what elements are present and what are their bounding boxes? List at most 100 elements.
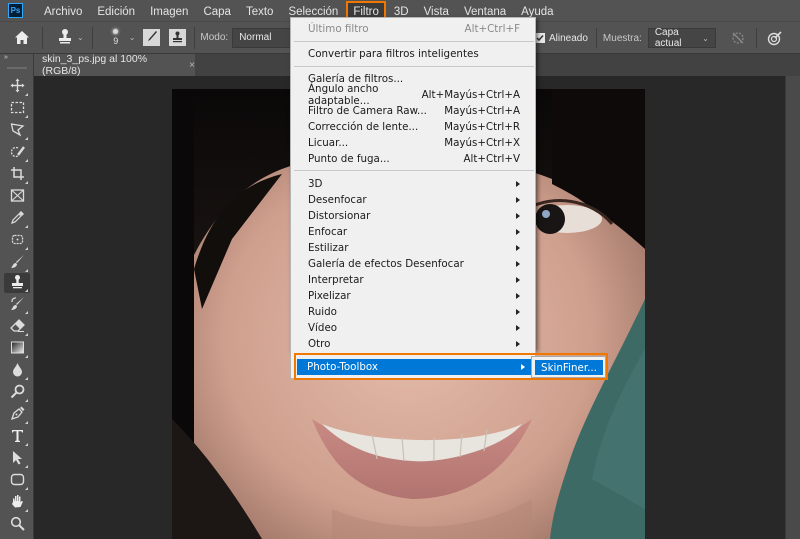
aligned-checkbox[interactable]	[535, 33, 545, 43]
submenu-arrow-icon	[516, 229, 520, 235]
right-panel-edge	[785, 76, 800, 539]
submenu-arrow-icon	[516, 341, 520, 347]
toggle-brush-settings-button[interactable]	[143, 29, 161, 46]
chevron-down-icon: ⌄	[702, 33, 709, 43]
submenu-arrow-icon	[516, 261, 520, 267]
healing-brush-tool[interactable]	[4, 231, 30, 251]
menu-item-label: Estilizar	[308, 242, 349, 254]
menu-item-enfocar[interactable]: Enfocar	[292, 224, 536, 240]
blur-tool[interactable]	[4, 361, 30, 381]
brush-size-value: 9	[113, 36, 119, 46]
brush-tool[interactable]	[4, 253, 30, 273]
pressure-size-icon[interactable]	[767, 30, 783, 46]
clone-source-icon	[171, 30, 184, 46]
move-icon	[10, 78, 25, 96]
menu-texto[interactable]: Texto	[239, 1, 281, 20]
gradient-tool[interactable]	[4, 339, 30, 359]
menu-item-video[interactable]: Vídeo	[292, 320, 536, 336]
menu-item-label: Galería de efectos Desenfocar	[308, 258, 464, 270]
marquee-tool[interactable]	[4, 99, 30, 119]
crop-tool[interactable]	[4, 165, 30, 185]
crop-icon	[10, 166, 25, 184]
clone-stamp-icon	[10, 274, 25, 292]
toggle-clone-source-button[interactable]	[169, 29, 187, 46]
shortcut-label: Mayús+Ctrl+A	[444, 105, 520, 117]
shortcut-label: Alt+Mayús+Ctrl+A	[421, 89, 520, 101]
sample-select[interactable]: Capa actual ⌄	[647, 27, 716, 49]
submenu-arrow-icon	[516, 309, 520, 315]
menu-item-licuar[interactable]: Licuar... Mayús+Ctrl+X	[292, 135, 536, 151]
menu-item-skinfiner[interactable]: SkinFiner...	[535, 360, 603, 375]
home-icon[interactable]	[14, 30, 30, 45]
history-brush-tool[interactable]	[4, 295, 30, 315]
menu-item-distorsionar[interactable]: Distorsionar	[292, 208, 536, 224]
menu-item-pixelizar[interactable]: Pixelizar	[292, 288, 536, 304]
menu-imagen[interactable]: Imagen	[143, 1, 195, 20]
separator	[595, 28, 597, 48]
menu-item-desenfocar[interactable]: Desenfocar	[292, 192, 536, 208]
menu-item-label: Enfocar	[308, 226, 348, 238]
tool-preset-picker[interactable]: ⌄	[57, 28, 84, 47]
path-selection-tool[interactable]	[4, 449, 30, 469]
submenu-arrow-icon	[516, 181, 520, 187]
quick-selection-tool[interactable]	[4, 143, 30, 163]
menu-item-label: Corrección de lente...	[308, 121, 419, 133]
polygonal-lasso-icon	[10, 122, 25, 140]
menu-item-ruido[interactable]: Ruido	[292, 304, 536, 320]
document-tab[interactable]: skin_3_ps.jpg al 100% (RGB/8) ×	[34, 53, 195, 77]
shortcut-label: Alt+Ctrl+F	[464, 23, 520, 35]
menu-separator	[294, 41, 534, 42]
menu-item-galeria-desenfocar[interactable]: Galería de efectos Desenfocar	[292, 256, 536, 272]
move-tool[interactable]	[4, 77, 30, 97]
pen-icon	[10, 406, 25, 424]
submenu-arrow-icon	[516, 277, 520, 283]
history-brush-icon	[10, 296, 25, 314]
rectangular-marquee-icon	[10, 100, 25, 118]
shortcut-label: Mayús+Ctrl+R	[444, 121, 520, 133]
brush-preset-picker[interactable]: 9 ⌄	[109, 29, 136, 46]
photo-toolbox-submenu: SkinFiner...	[531, 356, 606, 378]
menu-item-convertir-filtros-inteligentes[interactable]: Convertir para filtros inteligentes	[292, 46, 536, 62]
document-tab-title: skin_3_ps.jpg al 100% (RGB/8)	[42, 53, 148, 77]
menu-item-camera-raw[interactable]: Filtro de Camera Raw... Mayús+Ctrl+A	[292, 103, 536, 119]
quick-selection-icon	[10, 144, 25, 162]
dodge-tool[interactable]	[4, 383, 30, 403]
menu-item-label: Vídeo	[308, 322, 338, 334]
chevron-down-icon: ⌄	[128, 33, 136, 42]
menu-item-3d[interactable]: 3D	[292, 176, 536, 192]
eyedropper-tool[interactable]	[4, 209, 30, 229]
close-tab-icon[interactable]: ×	[189, 60, 195, 71]
menu-item-interpretar[interactable]: Interpretar	[292, 272, 536, 288]
lasso-tool[interactable]	[4, 121, 30, 141]
menu-item-punto-fuga[interactable]: Punto de fuga... Alt+Ctrl+V	[292, 151, 536, 167]
frame-icon	[10, 188, 25, 206]
pen-tool[interactable]	[4, 405, 30, 425]
eraser-tool[interactable]	[4, 317, 30, 337]
brush-icon	[10, 254, 25, 272]
zoom-tool[interactable]	[4, 515, 30, 535]
rectangle-tool[interactable]	[4, 471, 30, 491]
menu-item-label: Desenfocar	[308, 194, 367, 206]
aligned-label: Alineado	[549, 32, 588, 44]
tools-panel: »	[0, 54, 34, 539]
hand-tool[interactable]	[4, 493, 30, 513]
type-tool[interactable]	[4, 427, 30, 447]
menu-edicion[interactable]: Edición	[90, 1, 142, 20]
menu-item-angulo-ancho[interactable]: Ángulo ancho adaptable... Alt+Mayús+Ctrl…	[292, 83, 536, 107]
magnifier-icon	[10, 516, 25, 534]
menu-capa[interactable]: Capa	[196, 1, 238, 20]
clone-stamp-tool[interactable]	[4, 273, 30, 293]
menu-archivo[interactable]: Archivo	[37, 1, 89, 20]
brush-panel-icon	[145, 30, 158, 46]
menu-item-estilizar[interactable]: Estilizar	[292, 240, 536, 256]
menu-item-photo-toolbox[interactable]: Photo-Toolbox	[297, 359, 531, 375]
shortcut-label: Mayús+Ctrl+X	[444, 137, 520, 149]
submenu-arrow-icon	[521, 364, 525, 370]
blur-drop-icon	[10, 362, 25, 380]
collapse-panel-icon[interactable]: »	[4, 54, 8, 61]
ignore-adjustment-layers-icon[interactable]	[730, 30, 746, 46]
panel-grip[interactable]	[7, 67, 27, 69]
frame-tool[interactable]	[4, 187, 30, 207]
filter-menu: Último filtro Alt+Ctrl+F Convertir para …	[290, 17, 536, 350]
menu-item-correccion-lente[interactable]: Corrección de lente... Mayús+Ctrl+R	[292, 119, 536, 135]
